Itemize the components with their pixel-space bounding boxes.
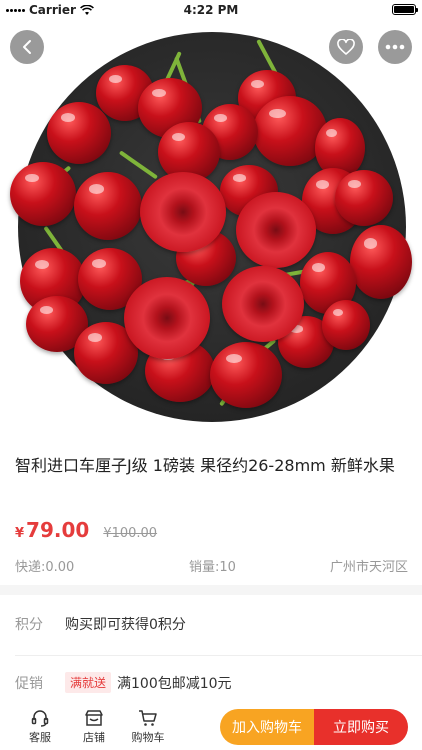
promotion-value: 满100包邮减10元	[117, 675, 232, 692]
product-image	[0, 20, 422, 432]
promotion-label: 促销	[15, 675, 43, 692]
bottom-bar: 客服 店铺 购物车 加入购物车 立即购买	[0, 704, 422, 750]
current-price: ¥79.00	[15, 518, 89, 542]
back-icon	[23, 40, 31, 54]
points-label: 积分	[15, 617, 43, 633]
headset-icon	[31, 710, 49, 727]
status-bar: Carrier 4:22 PM	[0, 0, 422, 20]
price-value: 79.00	[26, 518, 90, 542]
buy-now-button[interactable]: 立即购买	[314, 709, 408, 745]
shop-label: 店铺	[83, 731, 105, 744]
service-tab[interactable]: 客服	[13, 709, 67, 745]
shipping-fee: 快递:0.00	[15, 560, 75, 575]
cart-icon	[139, 710, 157, 726]
points-row: 积分 购买即可获得0积分	[15, 614, 407, 634]
cart-label: 购物车	[131, 731, 165, 744]
back-button[interactable]	[10, 30, 44, 64]
action-buttons: 加入购物车 立即购买	[220, 709, 408, 745]
cart-tab[interactable]: 购物车	[121, 709, 175, 745]
product-title: 智利进口车厘子J级 1磅装 果径约26-28mm 新鲜水果	[15, 456, 395, 475]
favorite-button[interactable]	[329, 30, 363, 64]
shop-tab[interactable]: 店铺	[67, 709, 121, 745]
divider	[15, 655, 422, 656]
currency-symbol: ¥	[15, 526, 25, 541]
status-time: 4:22 PM	[183, 3, 239, 17]
promotion-row[interactable]: 促销 满就送 满100包邮减10元	[15, 672, 407, 693]
heart-icon	[337, 39, 355, 55]
more-icon	[385, 44, 405, 50]
sales-count: 销量:10	[189, 560, 236, 575]
promotion-tag: 满就送	[65, 672, 112, 693]
shop-icon	[85, 710, 103, 726]
price-row: ¥79.00 ¥100.00	[15, 518, 157, 542]
more-button[interactable]	[378, 30, 412, 64]
meta-row: 快递:0.00 销量:10 广州市天河区	[15, 556, 408, 575]
battery-icon	[392, 4, 418, 15]
points-value: 购买即可获得0积分	[65, 617, 186, 633]
add-to-cart-button[interactable]: 加入购物车	[220, 709, 314, 745]
original-price: ¥100.00	[103, 526, 158, 541]
shop-location: 广州市天河区	[329, 560, 408, 575]
service-label: 客服	[29, 731, 51, 744]
section-separator	[0, 585, 422, 595]
